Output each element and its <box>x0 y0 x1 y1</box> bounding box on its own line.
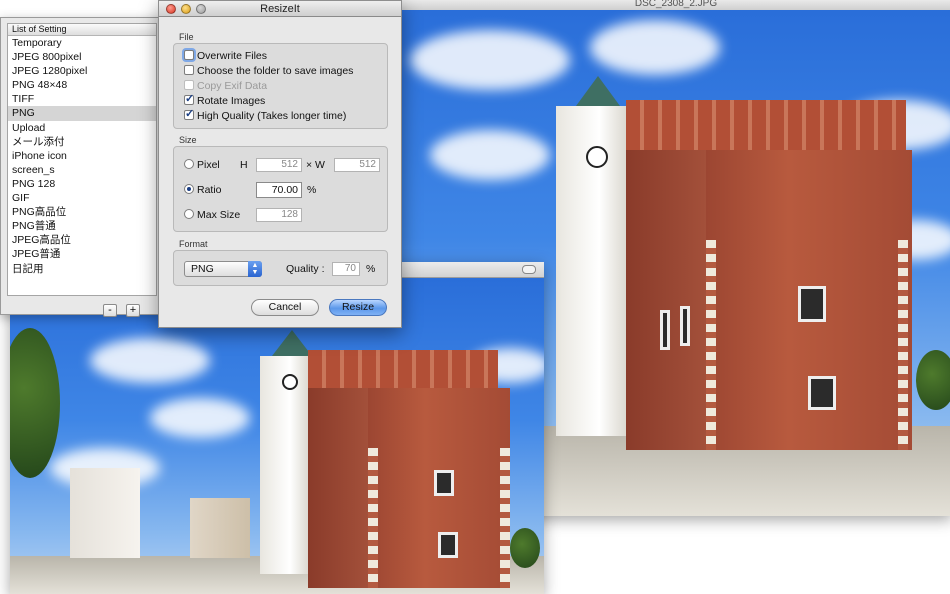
dialog-title: ResizeIt <box>260 3 300 15</box>
list-item-selected[interactable]: PNG <box>8 106 156 121</box>
radio-button[interactable] <box>184 209 194 219</box>
max-size-label: Max Size <box>197 209 241 221</box>
copy-exif-label: Copy Exif Data <box>197 80 268 92</box>
high-quality-label: High Quality (Takes longer time) <box>197 110 347 122</box>
remove-setting-button[interactable]: - <box>103 304 117 317</box>
list-item[interactable]: Upload <box>8 121 156 135</box>
rotate-images-label: Rotate Images <box>197 95 266 107</box>
zoom-button[interactable] <box>196 4 206 14</box>
list-item[interactable]: PNG高品位 <box>8 205 156 219</box>
list-item[interactable]: JPEG高品位 <box>8 233 156 247</box>
photo-window-title: DSC_2308_2.JPG <box>400 0 950 10</box>
checkbox-box <box>184 80 194 90</box>
radio-button[interactable] <box>184 159 194 169</box>
list-item[interactable]: TIFF <box>8 92 156 106</box>
copy-exif-checkbox: Copy Exif Data <box>184 79 267 93</box>
list-item[interactable]: PNG 128 <box>8 177 156 191</box>
max-size-field[interactable]: 128 <box>256 208 302 222</box>
settings-list-panel: List of Setting Temporary JPEG 800pixel … <box>0 17 160 317</box>
max-size-radio[interactable]: Max Size <box>184 208 240 222</box>
size-group: Pixel H 512 × W 512 Ratio 70.00 % Max Si… <box>173 146 388 232</box>
settings-list[interactable]: List of Setting Temporary JPEG 800pixel … <box>7 23 157 296</box>
pixel-label: Pixel <box>197 159 220 171</box>
file-group: Overwrite Files Choose the folder to sav… <box>173 43 388 129</box>
list-item[interactable]: Temporary <box>8 36 156 50</box>
rotate-images-checkbox[interactable]: Rotate Images <box>184 92 266 108</box>
ratio-radio[interactable]: Ratio <box>184 183 222 197</box>
ratio-field[interactable]: 70.00 <box>256 182 302 198</box>
quality-label: Quality : <box>286 263 325 275</box>
list-item[interactable]: PNG 48×48 <box>8 78 156 92</box>
quality-field[interactable]: 70 <box>332 262 360 276</box>
toolbar-toggle-button[interactable] <box>522 265 536 274</box>
pixel-radio[interactable]: Pixel <box>184 158 220 172</box>
dialog-titlebar[interactable]: ResizeIt <box>159 1 401 17</box>
list-item[interactable]: PNG普通 <box>8 219 156 233</box>
overwrite-files-checkbox[interactable]: Overwrite Files <box>184 49 267 63</box>
height-field[interactable]: 512 <box>256 158 302 172</box>
list-item[interactable]: JPEG普通 <box>8 247 156 261</box>
list-item[interactable]: iPhone icon <box>8 149 156 163</box>
choose-folder-checkbox[interactable]: Choose the folder to save images <box>184 64 353 78</box>
checkbox-box[interactable] <box>184 65 194 75</box>
close-button[interactable] <box>166 4 176 14</box>
radio-button[interactable] <box>184 184 194 194</box>
format-select[interactable]: PNG ▲ ▼ <box>184 261 262 277</box>
format-group: PNG ▲ ▼ Quality : 70 % <box>173 250 388 286</box>
ratio-percent-label: % <box>307 184 317 196</box>
resizeit-dialog: ResizeIt File Overwrite Files Choose the… <box>158 0 402 328</box>
list-item[interactable]: GIF <box>8 191 156 205</box>
overwrite-files-label: Overwrite Files <box>197 50 268 62</box>
add-setting-button[interactable]: + <box>126 304 140 317</box>
list-item[interactable]: メール添付 <box>8 135 156 149</box>
list-item[interactable]: JPEG 1280pixel <box>8 64 156 78</box>
times-width-label: × W <box>306 159 325 171</box>
checkbox-box[interactable] <box>184 92 194 106</box>
file-section-label: File <box>179 32 194 42</box>
minimize-button[interactable] <box>181 4 191 14</box>
high-quality-checkbox[interactable]: High Quality (Takes longer time) <box>184 107 347 123</box>
resize-button[interactable]: Resize <box>329 299 387 316</box>
chevron-updown-icon: ▲ ▼ <box>248 261 262 277</box>
list-item[interactable]: screen_s <box>8 163 156 177</box>
settings-list-header: List of Setting <box>8 24 156 36</box>
format-select-value: PNG <box>191 263 214 275</box>
list-item[interactable]: 日記用 <box>8 262 156 276</box>
choose-folder-label: Choose the folder to save images <box>197 65 354 77</box>
ratio-label: Ratio <box>197 184 222 196</box>
width-field[interactable]: 512 <box>334 158 380 172</box>
checkbox-box[interactable] <box>184 107 194 121</box>
checkbox-box[interactable] <box>184 50 194 60</box>
list-item[interactable]: JPEG 800pixel <box>8 50 156 64</box>
quality-percent-label: % <box>366 263 376 275</box>
size-section-label: Size <box>179 135 197 145</box>
height-label: H <box>240 159 248 171</box>
cancel-button[interactable]: Cancel <box>251 299 319 316</box>
format-section-label: Format <box>179 239 208 249</box>
